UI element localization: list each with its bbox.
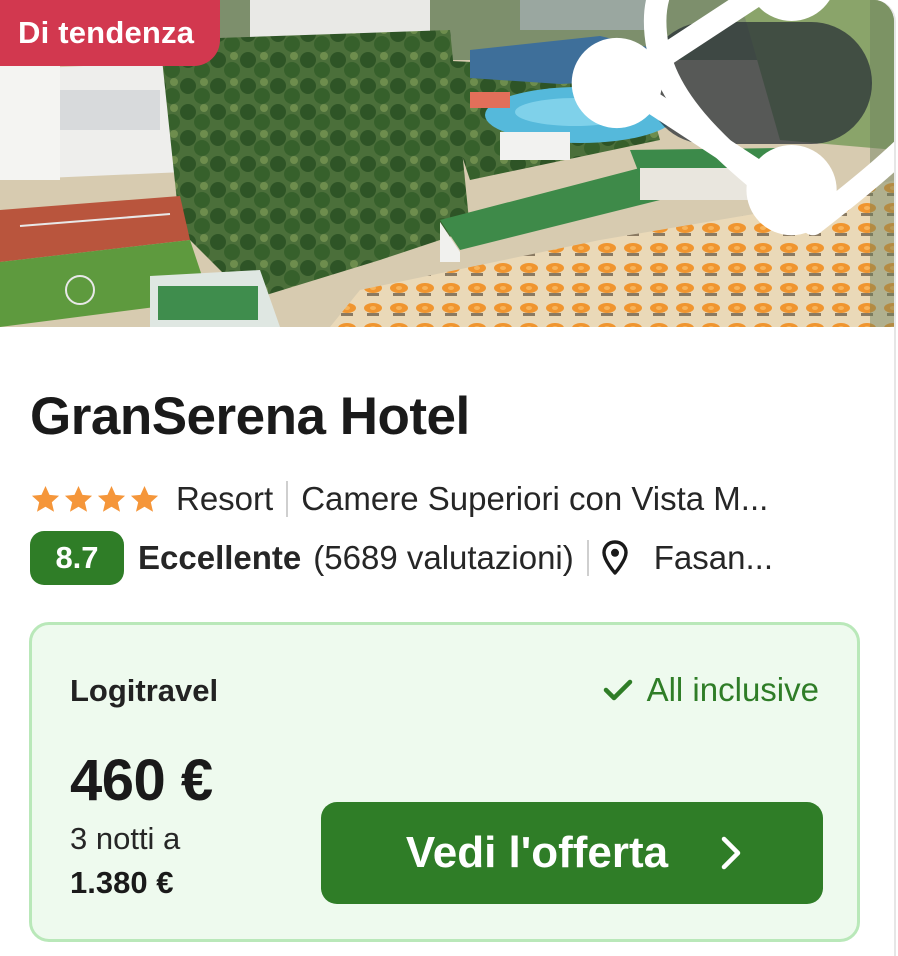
review-count[interactable]: (5689 valutazioni) [313, 539, 574, 577]
hotel-card[interactable]: Di tendenza GranSerena Hotel Resort Came… [0, 0, 896, 956]
star-icon [97, 485, 126, 512]
hotel-category: Resort [176, 480, 274, 517]
offer-box[interactable]: Logitravel All inclusive 460 € 3 notti a… [29, 622, 860, 942]
nightly-price: 460 € [70, 748, 213, 813]
hotel-details-row: Resort Camere Superiori con Vista M... [30, 478, 860, 520]
star-icon [64, 485, 93, 512]
room-type: Camere Superiori con Vista M... [301, 480, 769, 517]
total-price: 1.380 € [70, 865, 174, 900]
divider [586, 540, 589, 576]
hotel-photo[interactable]: Di tendenza [0, 0, 894, 327]
rating-row: 8.7 Eccellente (5689 valutazioni) Fasan.… [30, 531, 860, 585]
checkmark-icon [603, 679, 632, 701]
offer-provider: Logitravel [70, 673, 219, 708]
rating-label: Eccellente [138, 539, 302, 576]
star-rating [30, 484, 160, 515]
divider [286, 481, 289, 517]
chevron-right-icon [721, 836, 741, 870]
trending-badge: Di tendenza [0, 0, 221, 66]
photo-actions [571, 0, 894, 236]
view-offer-button[interactable]: Vedi l'offerta [321, 802, 823, 904]
score-badge: 8.7 [30, 531, 124, 585]
hotel-location[interactable]: Fasan... [654, 539, 773, 577]
board-type: All inclusive [603, 671, 819, 709]
nights-label: 3 notti a [70, 821, 181, 856]
hotel-name[interactable]: GranSerena Hotel [30, 386, 470, 447]
heart-icon [643, 0, 894, 236]
location-pin-icon [602, 540, 628, 575]
star-icon [31, 485, 60, 512]
star-icon [130, 485, 159, 512]
board-type-label: All inclusive [646, 671, 819, 708]
view-offer-label: Vedi l'offerta [405, 828, 669, 877]
favorite-button[interactable] [643, 0, 894, 236]
